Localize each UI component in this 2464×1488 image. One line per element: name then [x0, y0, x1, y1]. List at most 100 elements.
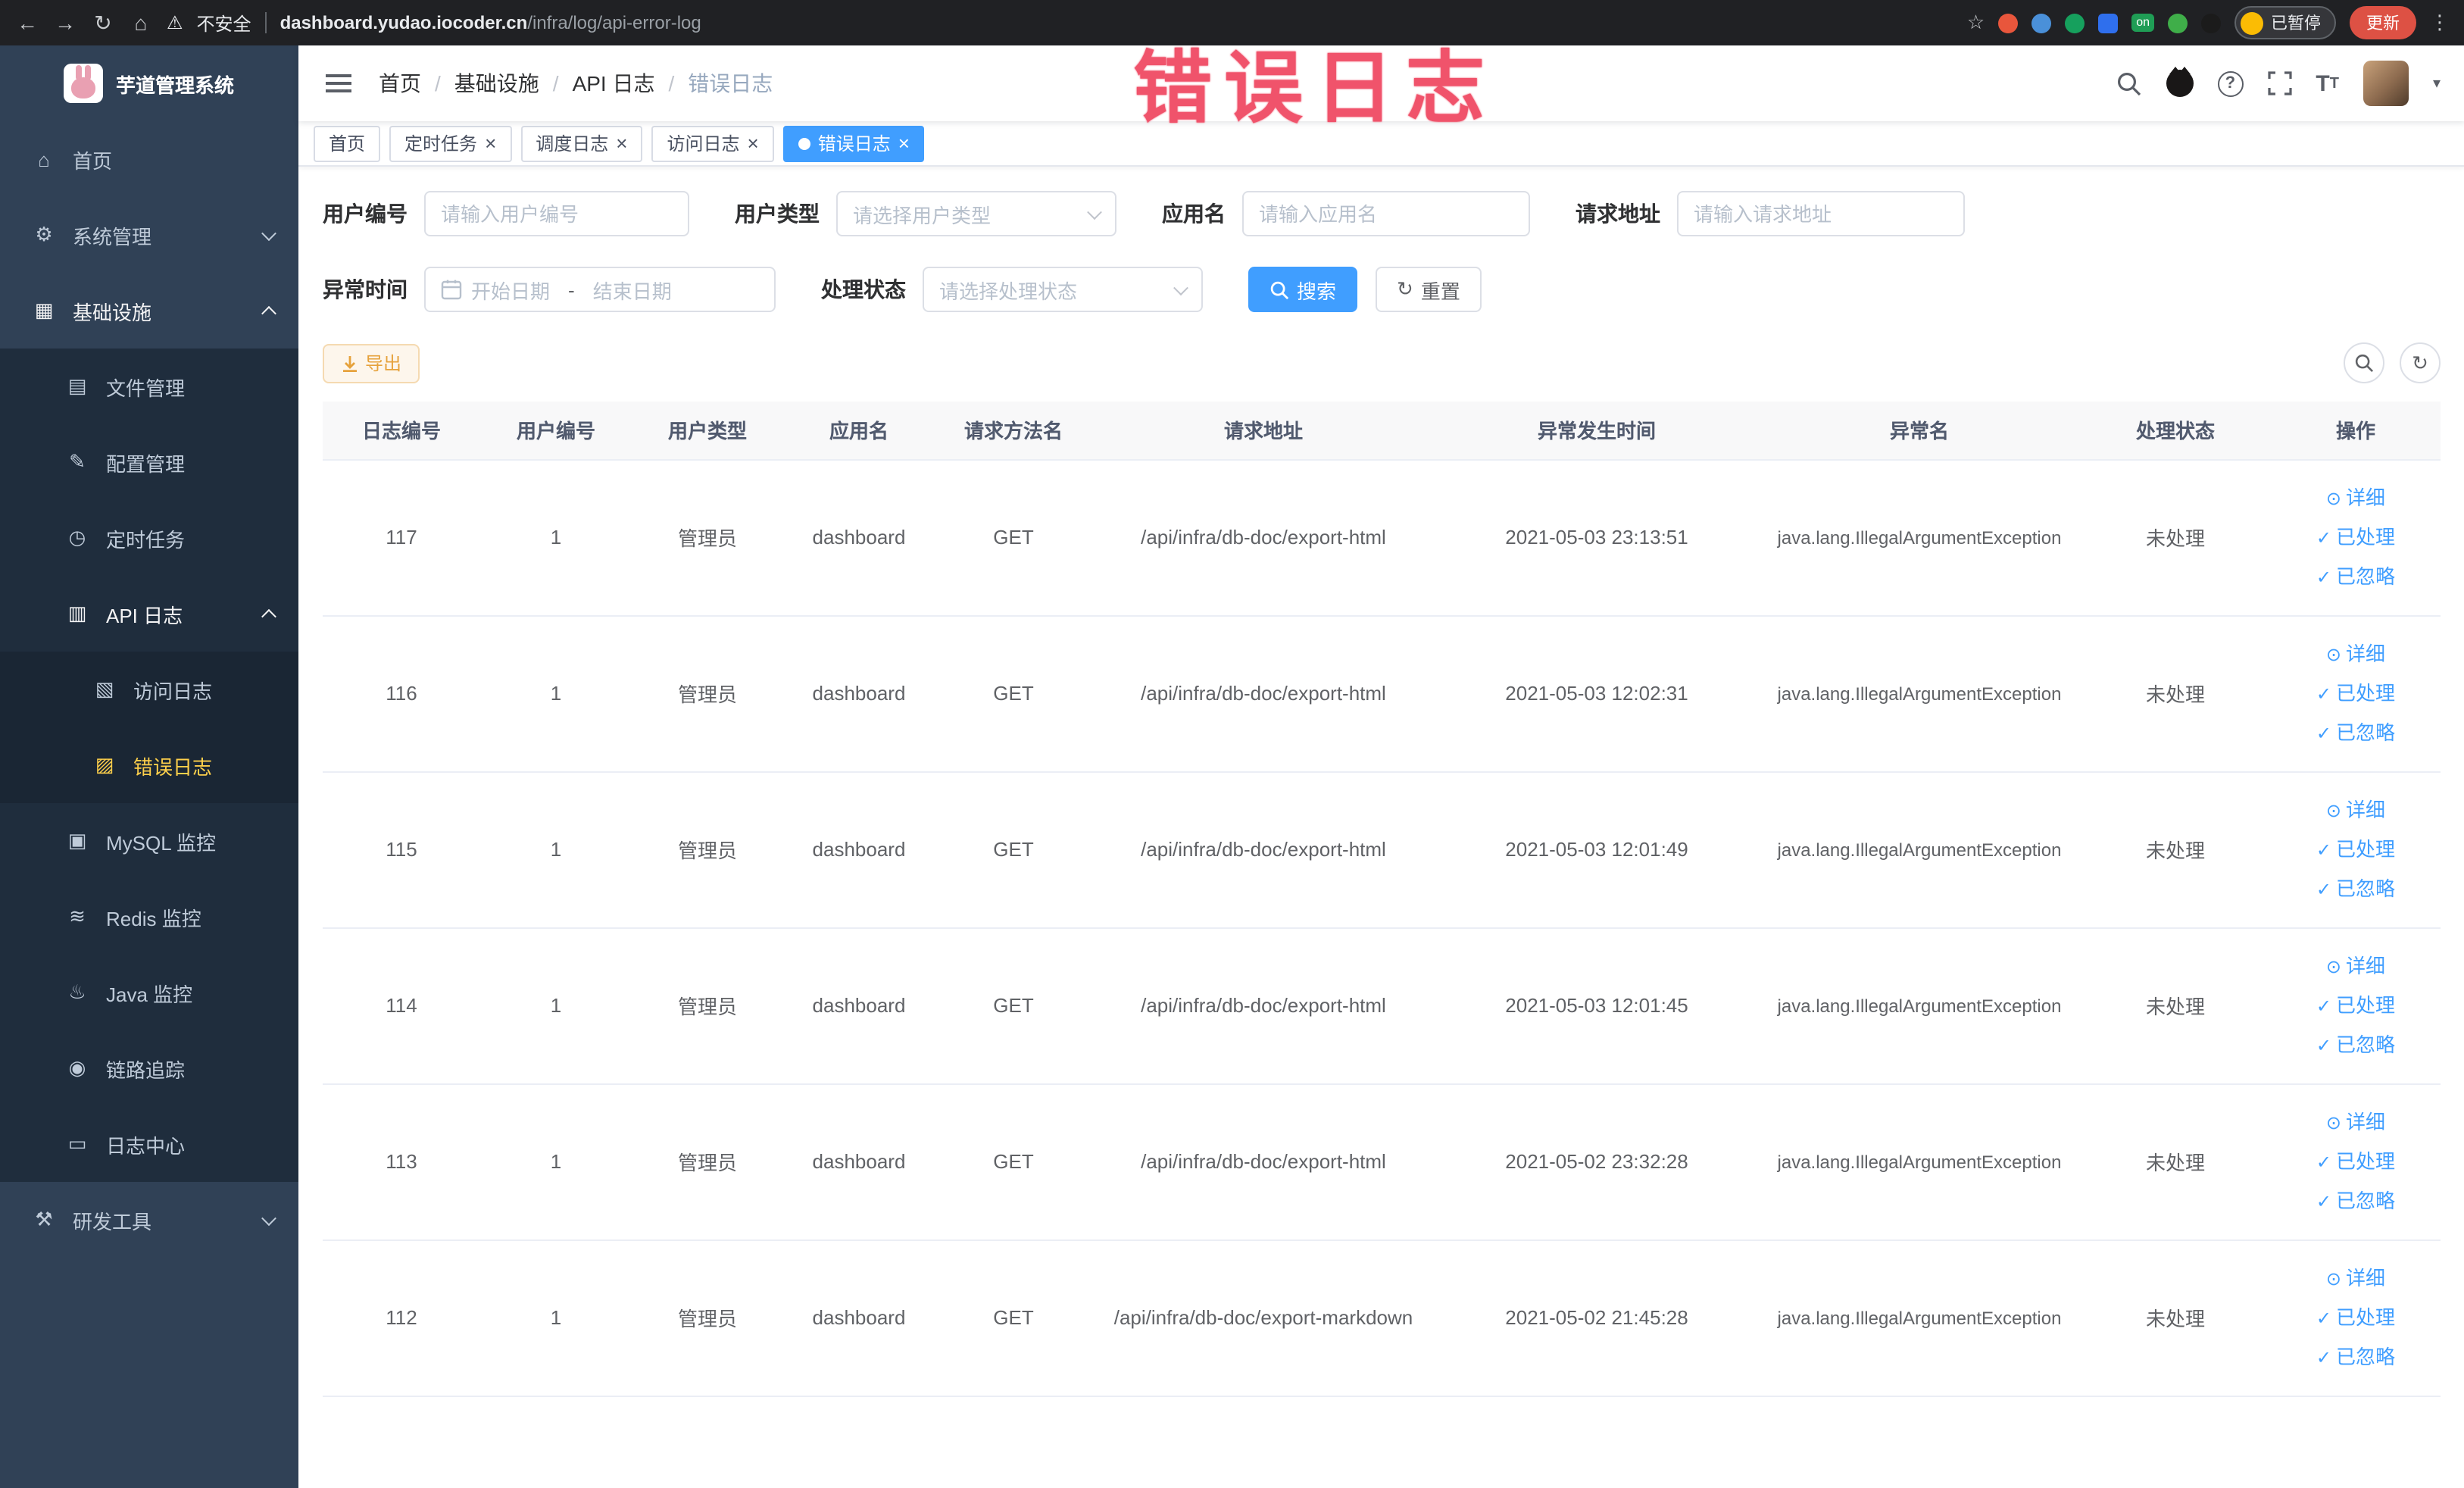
action-已忽略[interactable]: ✓ 已忽略 — [2271, 1025, 2441, 1064]
help-icon[interactable]: ? — [2217, 70, 2244, 96]
sidebar-item-log-center[interactable]: ▭ 日志中心 — [0, 1106, 298, 1182]
extension-icon[interactable] — [2098, 13, 2119, 33]
forward-icon[interactable]: → — [53, 11, 77, 35]
request-url-input[interactable] — [1677, 191, 1965, 236]
sidebar-item-redis[interactable]: ≋ Redis 监控 — [0, 879, 298, 955]
extension-icon[interactable] — [2065, 13, 2085, 33]
logo-title: 芋道管理系统 — [115, 73, 234, 96]
refresh-table-button[interactable]: ↻ — [2400, 342, 2441, 383]
tab-label: 错误日志 — [817, 133, 891, 155]
sidebar-item-error-log[interactable]: ▨ 错误日志 — [0, 727, 298, 803]
breadcrumb-item[interactable]: 基础设施 — [454, 68, 539, 98]
action-已忽略[interactable]: ✓ 已忽略 — [2271, 713, 2441, 752]
reset-button[interactable]: ↻ 重置 — [1376, 267, 1482, 312]
column-header[interactable]: 用户类型 — [632, 402, 783, 460]
sidebar-item-devtools[interactable]: ⚒ 研发工具 — [0, 1182, 298, 1258]
action-详细[interactable]: ⊙ 详细 — [2271, 946, 2441, 986]
action-已处理[interactable]: ✓ 已处理 — [2271, 830, 2441, 869]
column-header[interactable]: 请求地址 — [1092, 402, 1435, 460]
close-icon[interactable]: × — [898, 133, 910, 153]
action-已忽略[interactable]: ✓ 已忽略 — [2271, 557, 2441, 596]
column-header[interactable]: 处理状态 — [2080, 402, 2271, 460]
extension-icon[interactable] — [2201, 13, 2221, 33]
column-header[interactable]: 应用名 — [783, 402, 935, 460]
toggle-search-button[interactable] — [2344, 342, 2384, 383]
back-icon[interactable]: ← — [15, 11, 39, 35]
breadcrumb-item: 错误日志 — [688, 71, 773, 95]
tab-调度日志[interactable]: 调度日志 × — [520, 125, 643, 161]
close-icon[interactable]: × — [616, 133, 627, 153]
hamburger-icon[interactable] — [323, 68, 354, 98]
user-type-select[interactable]: 请选择用户类型 — [836, 191, 1116, 236]
fullscreen-icon[interactable] — [2267, 71, 2291, 95]
sidebar-item-trace[interactable]: ◉ 链路追踪 — [0, 1030, 298, 1106]
home-icon[interactable]: ⌂ — [129, 11, 153, 35]
chevron-down-icon — [261, 225, 276, 241]
breadcrumb-item[interactable]: API 日志 — [573, 68, 655, 98]
app-name-input-field[interactable] — [1259, 192, 1513, 235]
action-详细[interactable]: ⊙ 详细 — [2271, 790, 2441, 830]
sidebar-item-access-log[interactable]: ▧ 访问日志 — [0, 652, 298, 727]
chevron-down-icon[interactable]: ▾ — [2433, 75, 2441, 92]
export-button[interactable]: 导出 — [323, 343, 420, 383]
bookmark-star-icon[interactable]: ☆ — [1967, 11, 1985, 35]
action-已处理[interactable]: ✓ 已处理 — [2271, 1298, 2441, 1337]
action-已忽略[interactable]: ✓ 已忽略 — [2271, 1337, 2441, 1377]
github-icon[interactable] — [2166, 67, 2194, 97]
tab-定时任务[interactable]: 定时任务 × — [389, 125, 512, 161]
column-header[interactable]: 日志编号 — [323, 402, 480, 460]
font-size-icon[interactable]: TT — [2316, 70, 2339, 96]
action-已处理[interactable]: ✓ 已处理 — [2271, 1142, 2441, 1181]
browser-profile-pill[interactable]: 已暂停 — [2234, 6, 2336, 39]
tab-首页[interactable]: 首页 — [314, 125, 381, 161]
search-icon[interactable] — [2116, 70, 2141, 96]
sidebar-logo[interactable]: 芋道管理系统 — [0, 45, 298, 121]
date-range-picker[interactable]: 开始日期 - 结束日期 — [424, 267, 776, 312]
sidebar-item-job[interactable]: ◷ 定时任务 — [0, 500, 298, 576]
extension-icon[interactable] — [2168, 13, 2188, 33]
process-status-select[interactable]: 请选择处理状态 — [923, 267, 1203, 312]
reload-icon[interactable]: ↻ — [91, 10, 115, 36]
app-name-input[interactable] — [1242, 191, 1530, 236]
user-id-input-field[interactable] — [441, 192, 673, 235]
action-已处理[interactable]: ✓ 已处理 — [2271, 517, 2441, 557]
avatar[interactable] — [2363, 61, 2409, 106]
sidebar-item-java[interactable]: ♨ Java 监控 — [0, 955, 298, 1030]
sidebar-item-config[interactable]: ✎ 配置管理 — [0, 424, 298, 500]
sidebar-item-file[interactable]: ▤ 文件管理 — [0, 349, 298, 424]
user-id-input[interactable] — [424, 191, 689, 236]
column-header[interactable]: 操作 — [2271, 402, 2441, 460]
action-详细[interactable]: ⊙ 详细 — [2271, 478, 2441, 517]
sidebar-item-label: 系统管理 — [73, 225, 152, 248]
request-url-input-field[interactable] — [1694, 192, 1948, 235]
address-bar[interactable]: dashboard.yudao.iocoder.cn/infra/log/api… — [280, 12, 701, 33]
close-icon[interactable]: × — [748, 133, 759, 153]
close-icon[interactable]: × — [485, 133, 496, 153]
search-button[interactable]: 搜索 — [1248, 267, 1358, 312]
column-header[interactable]: 请求方法名 — [935, 402, 1092, 460]
action-详细[interactable]: ⊙ 详细 — [2271, 634, 2441, 674]
action-详细[interactable]: ⊙ 详细 — [2271, 1102, 2441, 1142]
update-button[interactable]: 更新 — [2350, 6, 2416, 39]
sidebar-item-api-log[interactable]: ▥ API 日志 — [0, 576, 298, 652]
action-已忽略[interactable]: ✓ 已忽略 — [2271, 1181, 2441, 1221]
column-header[interactable]: 异常发生时间 — [1435, 402, 1759, 460]
security-label[interactable]: 不安全 — [197, 10, 251, 36]
sidebar-item-home[interactable]: ⌂ 首页 — [0, 121, 298, 197]
column-header[interactable]: 用户编号 — [480, 402, 632, 460]
sidebar-item-mysql[interactable]: ▣ MySQL 监控 — [0, 803, 298, 879]
action-已忽略[interactable]: ✓ 已忽略 — [2271, 869, 2441, 908]
extension-on-badge[interactable]: on — [2131, 14, 2154, 32]
tab-访问日志[interactable]: 访问日志 × — [651, 125, 774, 161]
extension-icon[interactable] — [2031, 13, 2052, 33]
sidebar-item-infra[interactable]: ▦ 基础设施 — [0, 273, 298, 349]
sidebar-item-system[interactable]: ⚙ 系统管理 — [0, 197, 298, 273]
action-详细[interactable]: ⊙ 详细 — [2271, 1258, 2441, 1298]
column-header[interactable]: 异常名 — [1759, 402, 2080, 460]
action-已处理[interactable]: ✓ 已处理 — [2271, 986, 2441, 1025]
browser-menu-icon[interactable]: ⋮ — [2430, 11, 2450, 35]
action-已处理[interactable]: ✓ 已处理 — [2271, 674, 2441, 713]
tab-错误日志[interactable]: 错误日志 × — [782, 125, 925, 161]
extension-icon[interactable] — [1998, 13, 2019, 33]
breadcrumb-item[interactable]: 首页 — [379, 68, 421, 98]
